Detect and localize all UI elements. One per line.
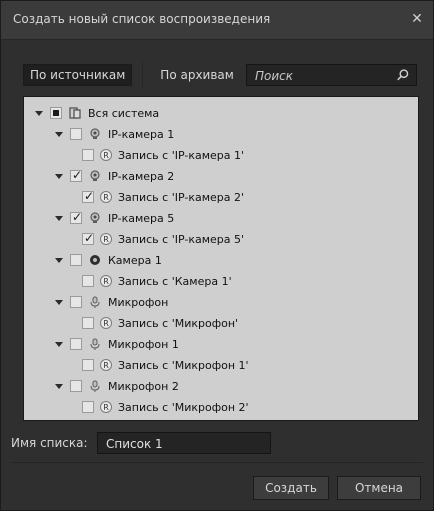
tree-label-record-microphone: Запись с 'Микрофон' (118, 316, 239, 330)
cancel-button[interactable]: Отмена (337, 476, 421, 500)
tree-label-ip-camera-5: IP-камера 5 (108, 211, 175, 225)
checkbox-microphone[interactable] (70, 296, 82, 308)
record-icon: R (100, 191, 112, 203)
tree-row-record-ip-camera-5[interactable]: R Запись с 'IP-камера 5' (82, 230, 244, 248)
ip-camera-icon (88, 211, 102, 225)
tree-label-record-ip-camera-2: Запись с 'IP-камера 2' (118, 190, 245, 204)
tree-row-record-microphone-2[interactable]: R Запись с 'Микрофон 2' (82, 398, 249, 416)
checkbox-record-microphone[interactable] (82, 317, 94, 329)
list-name-label: Имя списка: (11, 436, 88, 450)
create-button[interactable]: Создать (253, 476, 329, 500)
expand-triangle-icon[interactable] (54, 255, 64, 265)
checkbox-record-camera-1[interactable] (82, 275, 94, 287)
tab-by-archives[interactable]: По архивам (153, 64, 241, 86)
expand-triangle-icon[interactable] (34, 108, 44, 118)
tree-row-microphone-2[interactable]: Микрофон 2 (54, 377, 179, 395)
checkbox-microphone-2[interactable] (70, 380, 82, 392)
tree-label-record-camera-1: Запись с 'Камера 1' (118, 274, 232, 288)
search-input[interactable] (253, 67, 397, 85)
tree-row-ip-camera-5[interactable]: IP-камера 5 (54, 209, 174, 227)
tree-row-record-ip-camera-2[interactable]: R Запись с 'IP-камера 2' (82, 188, 244, 206)
record-icon: R (100, 359, 112, 371)
tree-row-ip-camera-1[interactable]: IP-камера 1 (54, 125, 174, 143)
expand-triangle-icon[interactable] (54, 381, 64, 391)
tree-label-record-microphone-2: Запись с 'Микрофон 2' (118, 400, 249, 414)
tree-label-microphone-1: Микрофон 1 (108, 337, 179, 351)
expand-triangle-icon[interactable] (54, 339, 64, 349)
tree-row-camera-1[interactable]: Камера 1 (54, 251, 162, 269)
divider (11, 462, 423, 463)
tree-row-microphone[interactable]: Микрофон (54, 293, 168, 311)
tree-label-ip-camera-2: IP-камера 2 (108, 169, 175, 183)
microphone-icon (88, 295, 102, 309)
record-icon: R (100, 149, 112, 161)
tree-row-record-ip-camera-1[interactable]: R Запись с 'IP-камера 1' (82, 146, 244, 164)
tree-label-record-ip-camera-1: Запись с 'IP-камера 1' (118, 148, 245, 162)
tree-row-record-camera-1[interactable]: R Запись с 'Камера 1' (82, 272, 232, 290)
tree-row-record-microphone[interactable]: R Запись с 'Микрофон' (82, 314, 238, 332)
search-box (246, 64, 417, 86)
close-icon[interactable]: ✕ (409, 11, 425, 27)
tab-divider (142, 62, 144, 88)
checkbox-record-ip-camera-1[interactable] (82, 149, 94, 161)
checkbox-microphone-1[interactable] (70, 338, 82, 350)
expand-triangle-icon[interactable] (54, 297, 64, 307)
list-name-field (97, 432, 271, 454)
tree-label-record-ip-camera-5: Запись с 'IP-камера 5' (118, 232, 245, 246)
expand-triangle-icon[interactable] (54, 213, 64, 223)
tab-by-sources[interactable]: По источникам (23, 64, 133, 86)
tree-label-camera-1: Камера 1 (108, 253, 162, 267)
record-icon: R (100, 275, 112, 287)
tree-label-microphone-2: Микрофон 2 (108, 379, 179, 393)
dialog-title: Создать новый список воспроизведения (13, 12, 271, 26)
tree-row-record-microphone-1[interactable]: R Запись с 'Микрофон 1' (82, 356, 249, 374)
checkbox-record-ip-camera-5[interactable] (82, 231, 94, 245)
record-icon: R (100, 317, 112, 329)
create-playlist-dialog: Создать новый список воспроизведения ✕ П… (0, 0, 434, 511)
ip-camera-icon (88, 127, 102, 141)
tabs: По источникам По архивам (23, 62, 241, 88)
tree-label-ip-camera-1: IP-камера 1 (108, 127, 175, 141)
tree-label-root: Вся система (88, 106, 160, 120)
checkbox-camera-1[interactable] (70, 254, 82, 266)
tree-label-record-microphone-1: Запись с 'Микрофон 1' (118, 358, 249, 372)
microphone-icon (88, 337, 102, 351)
microphone-icon (88, 379, 102, 393)
tree-label-microphone: Микрофон (108, 295, 169, 309)
ip-camera-icon (88, 169, 102, 183)
search-icon[interactable] (396, 67, 410, 83)
tree-row-microphone-1[interactable]: Микрофон 1 (54, 335, 179, 353)
expand-triangle-icon[interactable] (54, 129, 64, 139)
checkbox-ip-camera-1[interactable] (70, 128, 82, 140)
checkbox-ip-camera-5[interactable] (70, 210, 82, 224)
checkbox-ip-camera-2[interactable] (70, 168, 82, 182)
source-tree: Вся система IP-камера 1 R Запись с 'IP-к… (23, 96, 419, 421)
checkbox-record-ip-camera-2[interactable] (82, 189, 94, 203)
checkbox-root[interactable] (50, 107, 62, 119)
tree-row-root[interactable]: Вся система (34, 104, 159, 122)
expand-triangle-icon[interactable] (54, 171, 64, 181)
checkbox-record-microphone-2[interactable] (82, 401, 94, 413)
titlebar: Создать новый список воспроизведения ✕ (1, 1, 433, 40)
tree-row-ip-camera-2[interactable]: IP-камера 2 (54, 167, 174, 185)
record-icon: R (100, 233, 112, 245)
record-icon: R (100, 401, 112, 413)
checkbox-record-microphone-1[interactable] (82, 359, 94, 371)
camera-icon (88, 253, 102, 267)
list-name-input[interactable] (104, 435, 268, 453)
system-icon (68, 106, 82, 120)
